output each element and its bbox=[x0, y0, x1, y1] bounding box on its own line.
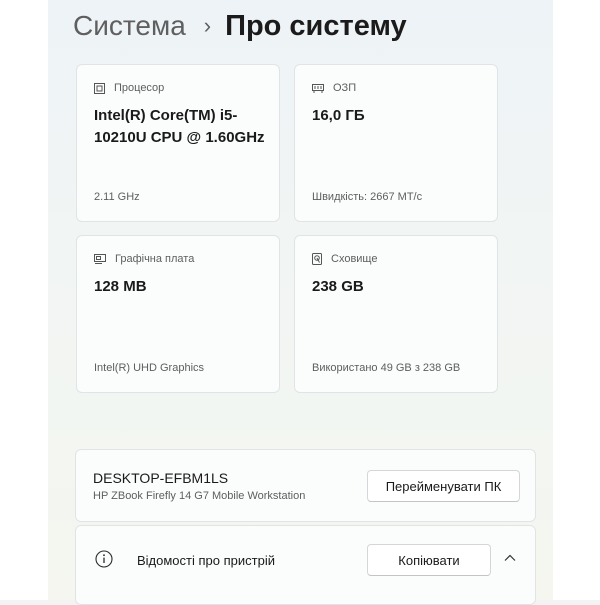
processor-value: Intel(R) Core(TM) i5-10210U CPU @ 1.60GH… bbox=[94, 107, 265, 146]
device-model: HP ZBook Firefly 14 G7 Mobile Workstatio… bbox=[93, 490, 306, 502]
storage-label: Сховище bbox=[331, 253, 378, 265]
processor-card: Процесор Intel(R) Core(TM) i5-10210U CPU… bbox=[76, 64, 280, 222]
graphics-model: Intel(R) UHD Graphics bbox=[94, 362, 205, 374]
copy-button[interactable]: Копіювати bbox=[367, 544, 491, 576]
ram-card: ОЗП 16,0 ГБ Швидкість: 2667 МТ/с bbox=[294, 64, 498, 222]
memory-icon bbox=[312, 83, 324, 93]
processor-label: Процесор bbox=[114, 82, 165, 94]
page-title: Про систему bbox=[225, 9, 407, 42]
processor-speed: 2.11 GHz bbox=[94, 191, 140, 203]
ram-value: 16,0 ГБ bbox=[312, 107, 365, 124]
storage-usage: Використано 49 GB з 238 GB bbox=[312, 362, 461, 374]
graphics-card-icon bbox=[94, 254, 106, 264]
graphics-label: Графічна плата bbox=[115, 253, 195, 265]
graphics-value: 128 MB bbox=[94, 278, 147, 295]
right-pane bbox=[553, 0, 600, 600]
device-specs-title: Відомості про пристрій bbox=[137, 553, 275, 568]
storage-icon bbox=[312, 253, 322, 265]
ram-speed: Швидкість: 2667 МТ/с bbox=[312, 191, 423, 203]
chevron-up-icon[interactable] bbox=[504, 554, 516, 562]
breadcrumb-parent[interactable]: Система bbox=[73, 10, 186, 42]
device-name: DESKTOP-EFBM1LS bbox=[93, 470, 229, 486]
processor-icon bbox=[94, 82, 105, 94]
device-name-panel: DESKTOP-EFBM1LS HP ZBook Firefly 14 G7 M… bbox=[75, 449, 536, 522]
storage-value: 238 GB bbox=[312, 278, 364, 295]
rename-pc-button[interactable]: Перейменувати ПК bbox=[367, 470, 520, 502]
ram-label: ОЗП bbox=[333, 82, 357, 94]
storage-card: Сховище 238 GB Використано 49 GB з 238 G… bbox=[294, 235, 498, 393]
breadcrumb: Система › Про систему bbox=[73, 6, 407, 46]
graphics-card: Графічна плата 128 MB Intel(R) UHD Graph… bbox=[76, 235, 280, 393]
breadcrumb-separator: › bbox=[203, 13, 212, 38]
info-icon bbox=[95, 550, 113, 568]
left-pane bbox=[0, 0, 48, 600]
device-specs-panel[interactable]: Відомості про пристрій Копіювати bbox=[75, 525, 536, 605]
